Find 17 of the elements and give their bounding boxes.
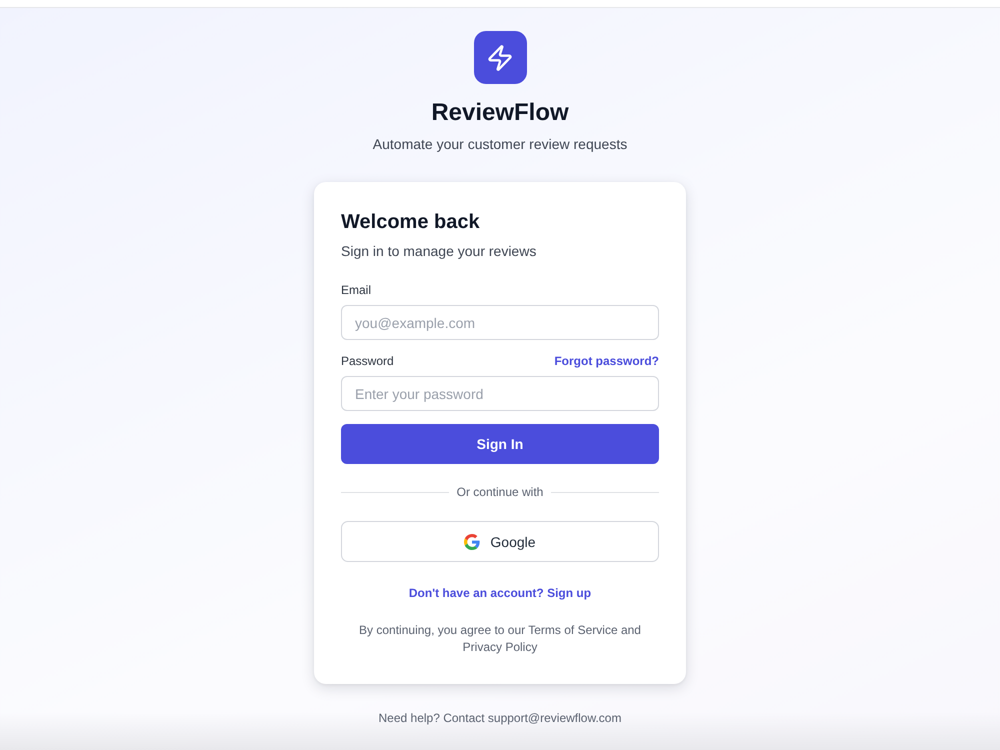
divider-text: Or continue with bbox=[456, 484, 544, 500]
input-field[interactable]: you@example.com bbox=[341, 305, 659, 340]
tagline: Automate your customer review requests bbox=[372, 135, 628, 154]
support-contact-text: Need help? Contact support@reviewflow.com bbox=[378, 710, 622, 726]
forgot-password-link[interactable]: Forgot password? bbox=[554, 353, 659, 369]
input-field[interactable]: Enter your password bbox=[341, 376, 659, 411]
field-label: Password bbox=[341, 353, 394, 369]
google-button[interactable]: Google bbox=[341, 521, 659, 562]
card-subtitle: Sign in to manage your reviews bbox=[341, 242, 538, 261]
card-title: Welcome back bbox=[341, 210, 481, 235]
sign-in-button[interactable]: Sign In bbox=[341, 424, 659, 464]
app-name: ReviewFlow bbox=[431, 98, 569, 128]
lightning-bolt-logo-icon bbox=[474, 31, 526, 84]
field-label: Email bbox=[341, 282, 372, 298]
google-icon bbox=[464, 534, 480, 550]
sign-up-link[interactable]: Don't have an account? Sign up bbox=[408, 585, 592, 601]
terms-notice: By continuing, you agree to our Terms of Service and Privacy Policy bbox=[358, 622, 642, 656]
